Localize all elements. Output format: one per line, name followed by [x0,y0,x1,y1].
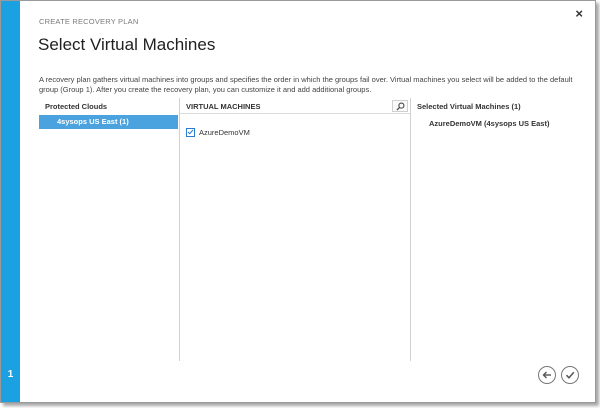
protected-clouds-header: Protected Clouds [45,102,108,111]
cloud-item-4sysops-us-east[interactable]: 4sysops US East (1) [39,115,178,129]
vm-row-azuredemovm[interactable]: AzureDemoVM [186,126,250,138]
search-icon [395,102,404,111]
checkmark-icon [565,371,575,379]
wizard-dialog: 1 × CREATE RECOVERY PLAN Select Virtual … [0,0,596,403]
cloud-item-label: 4sysops US East (1) [57,117,129,126]
vm-checkbox[interactable] [186,127,195,137]
wizard-description: A recovery plan gathers virtual machines… [39,75,573,94]
header-underline [180,113,410,114]
checkmark-icon [187,129,194,135]
confirm-button[interactable] [561,366,579,384]
arrow-left-icon [542,371,551,379]
vm-label: AzureDemoVM [199,127,250,137]
page-title: Select Virtual Machines [38,35,216,54]
search-button[interactable] [392,100,408,112]
selected-vm-item: AzureDemoVM (4sysops US East) [429,119,550,128]
column-divider [179,98,180,361]
close-button[interactable]: × [575,7,583,21]
back-button[interactable] [538,366,556,384]
selected-vms-header: Selected Virtual Machines (1) [417,102,521,111]
virtual-machines-header: VIRTUAL MACHINES [186,102,261,111]
step-number: 1 [7,369,14,380]
column-divider [410,98,411,361]
step-rail: 1 [1,1,20,402]
wizard-breadcrumb: CREATE RECOVERY PLAN [39,17,139,26]
